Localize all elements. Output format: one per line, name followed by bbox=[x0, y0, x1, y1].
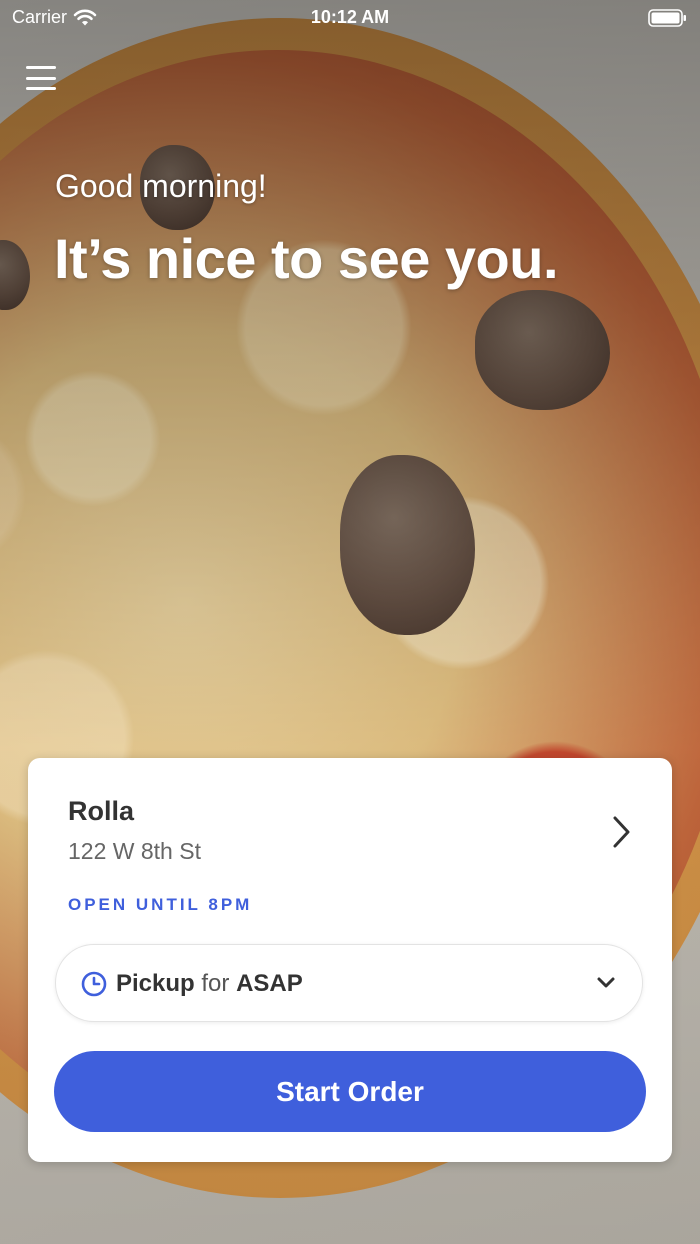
store-card: Rolla 122 W 8th St OPEN UNTIL 8PM Pickup… bbox=[28, 758, 672, 1162]
hamburger-menu-icon[interactable] bbox=[26, 64, 56, 92]
status-bar: Carrier 10:12 AM bbox=[0, 0, 700, 36]
store-name[interactable]: Rolla bbox=[68, 796, 134, 827]
home-screen: Carrier 10:12 AM Good morning! It’s nice… bbox=[0, 0, 700, 1244]
order-type-label: Pickup for ASAP bbox=[116, 970, 303, 998]
order-type-selector[interactable]: Pickup for ASAP bbox=[55, 944, 643, 1022]
chevron-down-icon bbox=[597, 977, 615, 988]
order-type-connector: for bbox=[201, 970, 230, 997]
store-hours-status: OPEN UNTIL 8PM bbox=[68, 895, 253, 914]
greeting-text: Good morning! bbox=[55, 168, 267, 204]
store-address[interactable]: 122 W 8th St bbox=[68, 838, 201, 865]
welcome-headline: It’s nice to see you. bbox=[54, 227, 559, 290]
battery-icon bbox=[648, 8, 688, 33]
status-time: 10:12 AM bbox=[310, 7, 390, 27]
order-mode: Pickup bbox=[116, 970, 195, 997]
order-time: ASAP bbox=[236, 970, 303, 997]
chevron-right-icon[interactable] bbox=[610, 814, 634, 850]
start-order-button[interactable]: Start Order bbox=[54, 1051, 646, 1132]
clock-icon bbox=[81, 971, 107, 997]
